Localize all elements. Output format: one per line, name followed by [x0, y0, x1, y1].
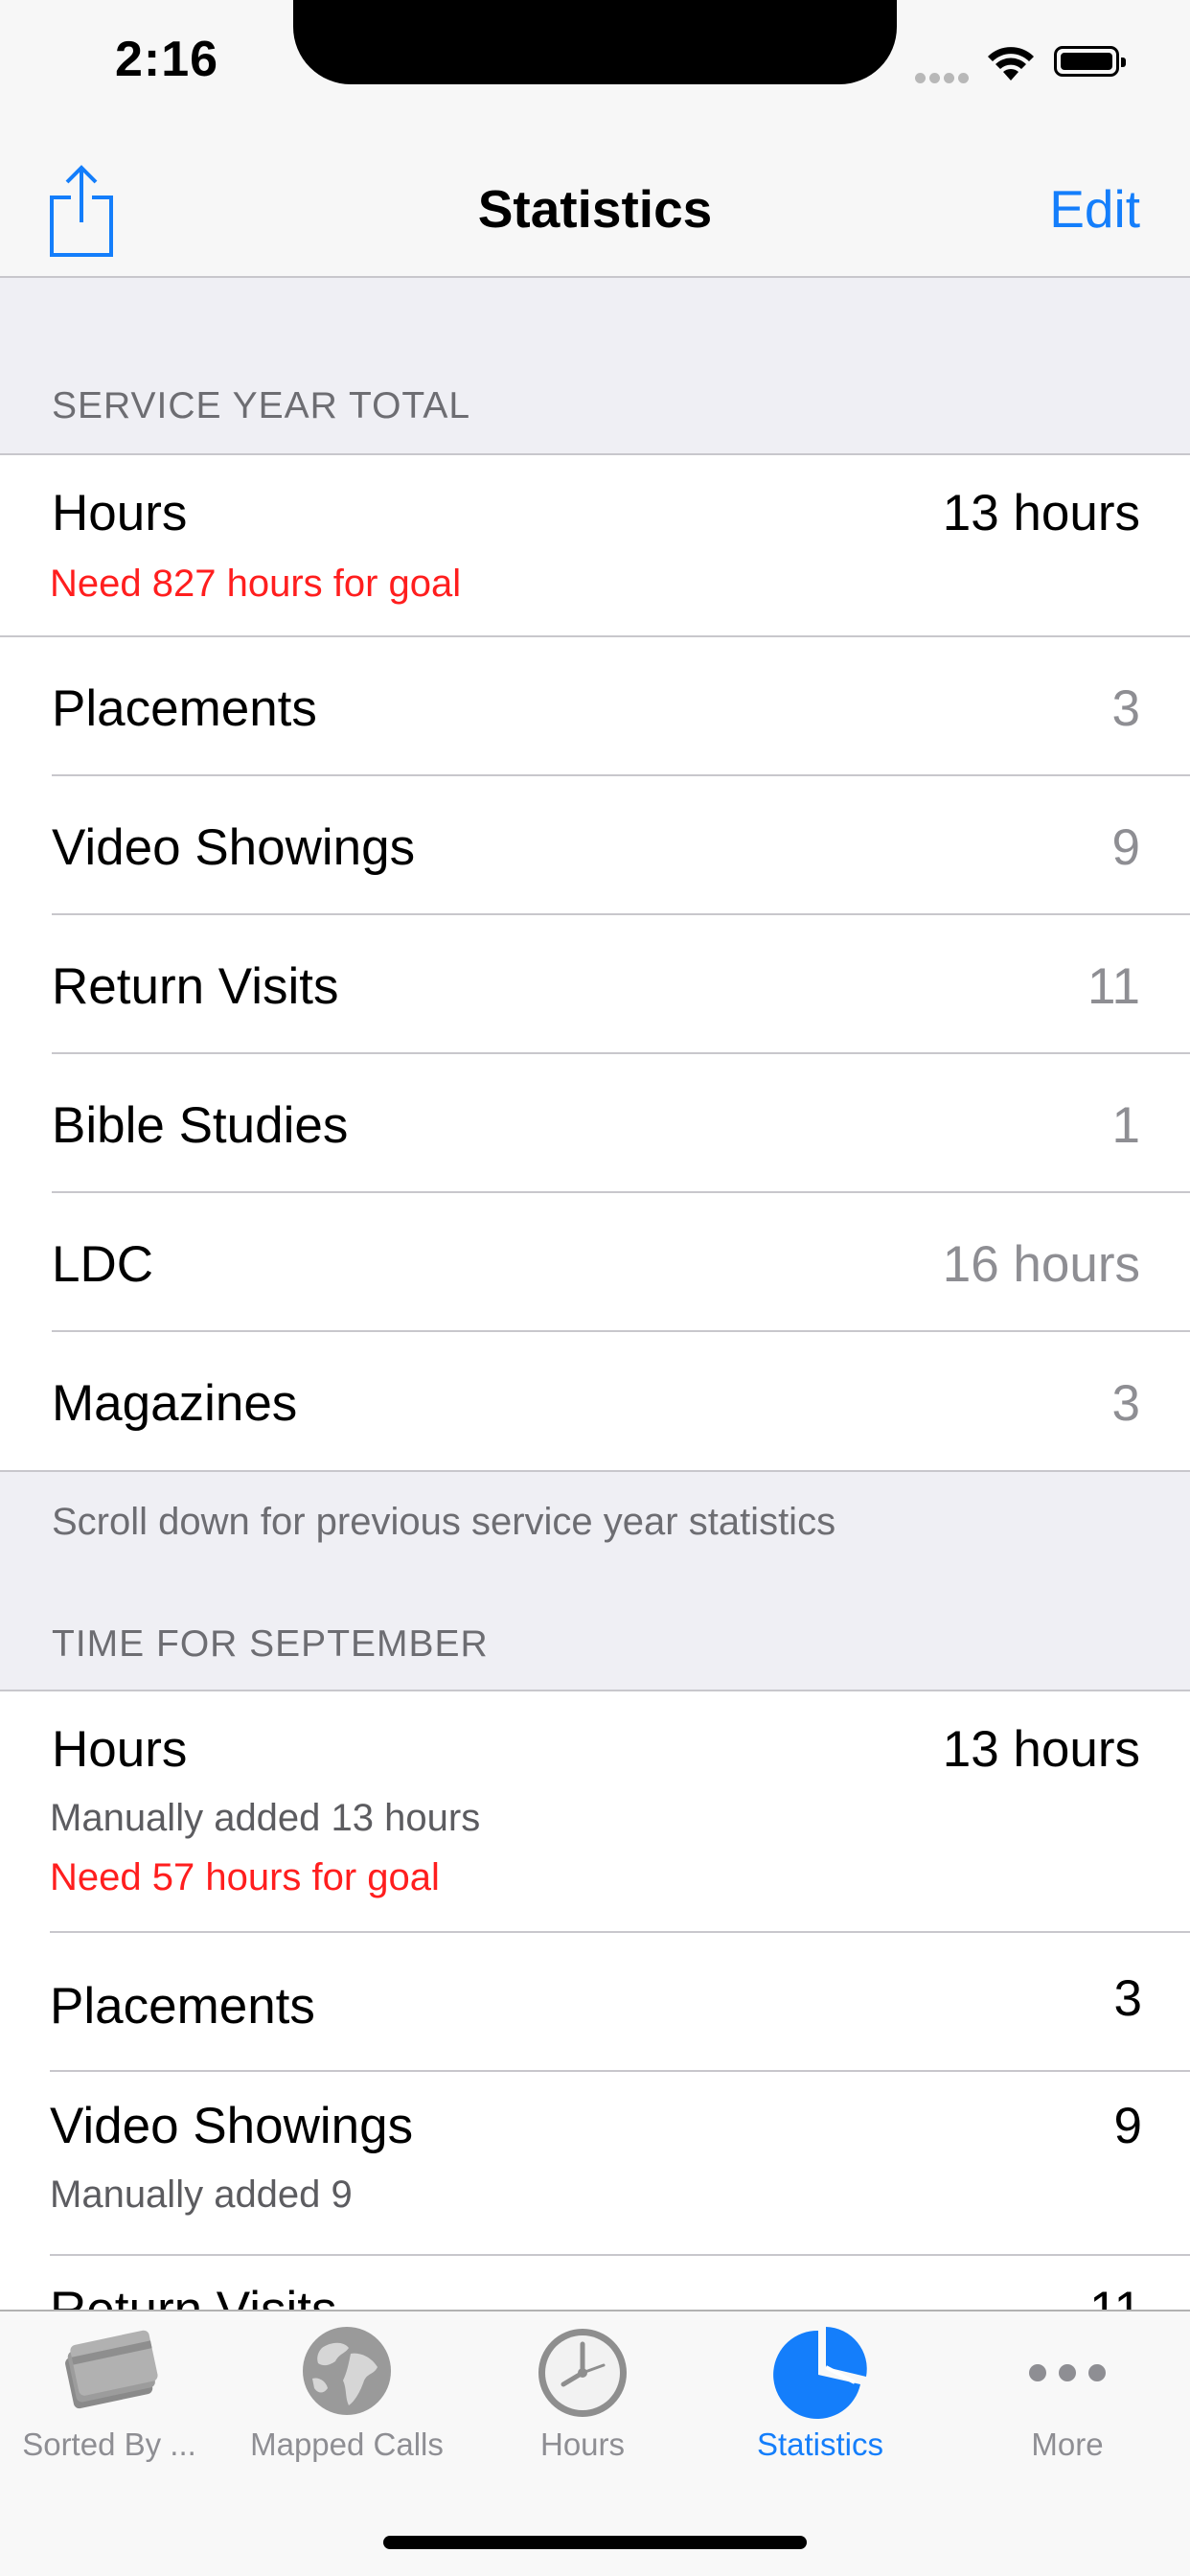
battery-icon	[1054, 46, 1126, 77]
stat-row-bible-studies[interactable]: Bible Studies 1	[0, 1054, 1190, 1193]
tab-more[interactable]: More	[949, 2312, 1186, 2474]
stat-value: 11	[1089, 2281, 1142, 2310]
more-dots-icon	[1029, 2364, 1106, 2381]
stat-row-ldc[interactable]: LDC 16 hours	[0, 1193, 1190, 1332]
cards-icon	[65, 2330, 158, 2409]
tab-mapped-calls[interactable]: Mapped Calls	[228, 2312, 466, 2474]
wifi-icon	[988, 47, 1034, 80]
statistics-list[interactable]: SERVICE YEAR TOTAL Hours 13 hours Need 8…	[0, 278, 1190, 2310]
stat-label: Magazines	[52, 1375, 298, 1432]
stat-value: 9	[1113, 2098, 1142, 2154]
stat-value: 3	[1111, 680, 1140, 737]
clock-icon	[538, 2329, 627, 2417]
stat-value: 3	[1113, 1970, 1142, 2027]
tab-label: More	[1031, 2426, 1104, 2462]
goal-warning: Need 827 hours for goal	[50, 563, 462, 605]
page-title: Statistics	[477, 179, 713, 239]
tab-label: Statistics	[756, 2426, 884, 2462]
stat-row-placements[interactable]: Placements 3	[0, 637, 1190, 776]
month-row-video-showings[interactable]: Video Showings 9 Manually added 9	[0, 2072, 1190, 2256]
section-header-service-year: SERVICE YEAR TOTAL	[52, 385, 471, 426]
month-group: Hours 13 hours Manually added 13 hours N…	[0, 1690, 1190, 2310]
stat-label: Return Visits	[50, 2281, 336, 2310]
device-notch	[293, 0, 897, 84]
stat-row-video-showings[interactable]: Video Showings 9	[0, 776, 1190, 915]
hours-label: Hours	[52, 485, 188, 541]
stat-label: LDC	[52, 1236, 154, 1293]
manual-entry-note: Manually added 13 hours	[50, 1797, 481, 1839]
stat-label: Video Showings	[50, 2098, 414, 2154]
globe-icon	[303, 2327, 391, 2415]
edit-button[interactable]: Edit	[1049, 178, 1140, 240]
tab-label: Hours	[539, 2426, 626, 2462]
tab-label: Mapped Calls	[250, 2426, 444, 2462]
month-hours-row[interactable]: Hours 13 hours Manually added 13 hours N…	[0, 1691, 1190, 1933]
stat-value: 1	[1111, 1097, 1140, 1154]
stat-row-return-visits[interactable]: Return Visits 11	[0, 915, 1190, 1054]
stat-value: 3	[1111, 1375, 1140, 1432]
hours-value: 13 hours	[942, 1721, 1140, 1778]
section-header-month: TIME FOR SEPTEMBER	[52, 1623, 489, 1665]
pie-chart-icon	[773, 2327, 867, 2419]
cellular-signal-icon	[915, 71, 973, 88]
goal-warning: Need 57 hours for goal	[50, 1856, 440, 1898]
month-row-placements[interactable]: Placements 3	[0, 1933, 1190, 2072]
tab-statistics[interactable]: Statistics	[701, 2312, 939, 2474]
hours-label: Hours	[52, 1721, 188, 1778]
stat-value: 16 hours	[942, 1236, 1140, 1293]
hours-value: 13 hours	[942, 485, 1140, 541]
section-footer-note: Scroll down for previous service year st…	[52, 1501, 836, 1543]
stat-row-magazines[interactable]: Magazines 3	[0, 1332, 1190, 1470]
manual-entry-note: Manually added 9	[50, 2174, 353, 2216]
stat-label: Placements	[52, 680, 317, 737]
status-time: 2:16	[115, 32, 219, 87]
home-indicator[interactable]	[383, 2536, 807, 2549]
tab-sorted-by[interactable]: Sorted By ...	[0, 2312, 228, 2474]
navigation-bar: Statistics Edit	[0, 134, 1190, 278]
service-year-hours-row[interactable]: Hours 13 hours Need 827 hours for goal	[0, 455, 1190, 637]
stat-value: 9	[1111, 819, 1140, 876]
stat-label: Bible Studies	[52, 1097, 349, 1154]
service-year-group: Hours 13 hours Need 827 hours for goal P…	[0, 453, 1190, 1472]
month-row-return-visits[interactable]: Return Visits 11	[0, 2256, 1190, 2310]
stat-label: Placements	[50, 1978, 315, 2035]
tab-label: Sorted By ...	[22, 2426, 196, 2462]
tab-hours[interactable]: Hours	[464, 2312, 701, 2474]
stat-label: Video Showings	[52, 819, 416, 876]
status-bar: 2:16	[0, 0, 1190, 134]
stat-value: 11	[1087, 958, 1140, 1015]
stat-label: Return Visits	[52, 958, 339, 1015]
